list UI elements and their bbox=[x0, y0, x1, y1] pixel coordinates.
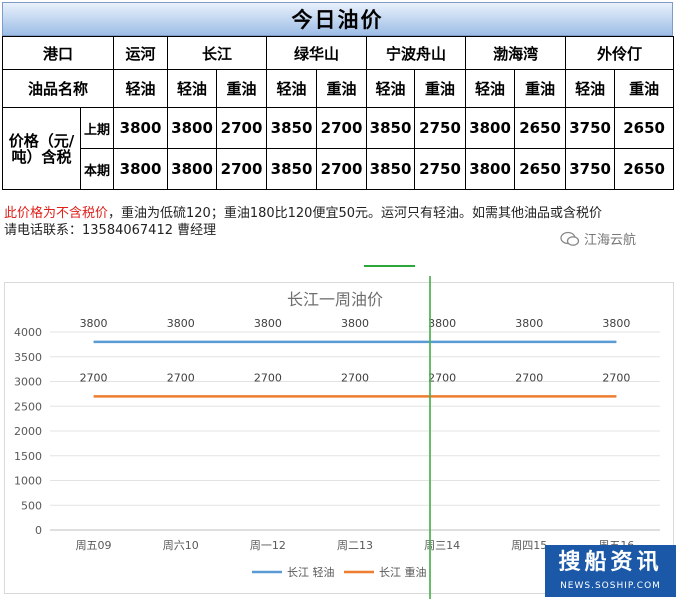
price-cell: 3800 bbox=[167, 107, 218, 149]
price-label: 价格（元/ 吨）含税 bbox=[2, 107, 81, 190]
price-cell: 2750 bbox=[414, 107, 467, 149]
price-cell: 3800 bbox=[113, 148, 169, 190]
price-cell: 3850 bbox=[366, 148, 416, 190]
price-cell: 2750 bbox=[414, 148, 467, 190]
data-label: 2700 bbox=[341, 371, 369, 384]
legend-label: 长江 重油 bbox=[379, 565, 427, 579]
oil-cell: 轻油 bbox=[167, 69, 218, 108]
table-row: 价格（元/ 吨）含税 上期 3800 3800 2700 3850 2700 3… bbox=[2, 107, 675, 190]
contact-line: 请电话联系：13584067412 曹经理 bbox=[4, 223, 217, 238]
y-tick-label: 2000 bbox=[14, 425, 42, 438]
port-cell: 外伶仃 bbox=[565, 36, 675, 70]
divider bbox=[364, 265, 415, 267]
oil-cell: 轻油 bbox=[465, 69, 516, 108]
y-tick-label: 1500 bbox=[14, 450, 42, 463]
data-label: 3800 bbox=[428, 317, 456, 330]
x-tick-label: 周一12 bbox=[250, 539, 286, 552]
price-cell: 3850 bbox=[266, 107, 318, 149]
oil-cell: 轻油 bbox=[113, 69, 169, 108]
x-tick-label: 周四15 bbox=[511, 539, 547, 552]
price-cell: 2650 bbox=[514, 107, 567, 149]
price-cell: 2650 bbox=[614, 148, 675, 190]
price-cell: 3750 bbox=[565, 107, 616, 149]
data-label: 3800 bbox=[167, 317, 195, 330]
price-cell: 3850 bbox=[266, 148, 318, 190]
price-cell: 2650 bbox=[514, 148, 567, 190]
oil-cell: 重油 bbox=[216, 69, 268, 108]
price-label-line2: 吨）含税 bbox=[11, 147, 72, 166]
green-vertical-line bbox=[429, 276, 431, 599]
oil-header: 油品名称 bbox=[1, 69, 115, 108]
price-cell: 3750 bbox=[565, 148, 616, 190]
port-cell: 绿华山 bbox=[266, 36, 368, 70]
wechat-icon bbox=[560, 231, 580, 246]
data-label: 3800 bbox=[80, 317, 108, 330]
tax-note: 此价格为不含税价 bbox=[4, 206, 109, 221]
watermark-top: 江海云航 bbox=[560, 229, 636, 248]
price-cell: 3800 bbox=[465, 148, 516, 190]
soship-badge: 搜船资讯 NEWS.SOSHIP.COM bbox=[545, 545, 676, 597]
table-title: 今日油价 bbox=[2, 2, 673, 36]
y-tick-label: 4000 bbox=[14, 326, 42, 339]
data-label: 2700 bbox=[254, 371, 282, 384]
y-tick-label: 3500 bbox=[14, 351, 42, 364]
data-label: 2700 bbox=[602, 371, 630, 384]
badge-title: 搜船资讯 bbox=[558, 550, 663, 575]
price-cell: 2700 bbox=[316, 148, 368, 190]
data-label: 3800 bbox=[602, 317, 630, 330]
price-cell: 2650 bbox=[614, 107, 675, 149]
port-cell: 宁波舟山 bbox=[366, 36, 467, 70]
data-label: 2700 bbox=[167, 371, 195, 384]
port-cell: 长江 bbox=[167, 36, 268, 70]
oil-cell: 重油 bbox=[514, 69, 567, 108]
price-cell: 3800 bbox=[465, 107, 516, 149]
y-tick-label: 1000 bbox=[14, 475, 42, 488]
badge-url: NEWS.SOSHIP.COM bbox=[560, 581, 661, 591]
oil-cell: 轻油 bbox=[366, 69, 416, 108]
period-label: 本期 bbox=[79, 148, 115, 190]
port-row: 港口 运河 长江 绿华山 宁波舟山 渤海湾 外伶仃 bbox=[1, 36, 675, 70]
data-label: 2700 bbox=[515, 371, 543, 384]
y-tick-label: 3000 bbox=[14, 376, 42, 389]
price-cell: 3850 bbox=[366, 107, 416, 149]
data-label: 3800 bbox=[254, 317, 282, 330]
port-header: 港口 bbox=[1, 36, 115, 70]
price-cell: 2700 bbox=[216, 107, 268, 149]
price-cell: 3800 bbox=[167, 148, 218, 190]
table-row: 本期 3800 3800 2700 3850 2700 3850 2750 38… bbox=[3, 148, 675, 190]
data-label: 2700 bbox=[428, 371, 456, 384]
x-tick-label: 周二13 bbox=[337, 539, 373, 552]
x-tick-label: 周六10 bbox=[163, 539, 199, 552]
oil-cell: 重油 bbox=[414, 69, 467, 108]
period-label: 上期 bbox=[79, 107, 115, 149]
port-cell: 渤海湾 bbox=[465, 36, 567, 70]
oil-row: 油品名称 轻油 轻油 重油 轻油 重油 轻油 重油 轻油 重油 轻油 重油 bbox=[1, 69, 675, 108]
price-table: 港口 运河 长江 绿华山 宁波舟山 渤海湾 外伶仃 油品名称 轻油 轻油 重油 … bbox=[1, 36, 675, 190]
data-label: 3800 bbox=[515, 317, 543, 330]
y-tick-label: 0 bbox=[35, 524, 42, 537]
y-tick-label: 500 bbox=[21, 499, 42, 512]
oil-cell: 轻油 bbox=[266, 69, 318, 108]
data-label: 2700 bbox=[80, 371, 108, 384]
legend-label: 长江 轻油 bbox=[287, 565, 335, 579]
oil-cell: 重油 bbox=[316, 69, 368, 108]
price-cell: 2700 bbox=[216, 148, 268, 190]
price-cell: 3800 bbox=[113, 107, 169, 149]
watermark-text: 江海云航 bbox=[584, 233, 637, 248]
chart-title: 长江一周油价 bbox=[287, 290, 383, 309]
note-text: ，重油为低硫120；重油180比120便宜50元。运河只有轻油。如需其他油品或含… bbox=[108, 206, 602, 221]
x-tick-label: 周五09 bbox=[76, 539, 112, 552]
data-label: 3800 bbox=[341, 317, 369, 330]
y-tick-label: 2500 bbox=[14, 400, 42, 413]
oil-cell: 重油 bbox=[614, 69, 675, 108]
port-cell: 运河 bbox=[113, 36, 169, 70]
price-cell: 2700 bbox=[316, 107, 368, 149]
oil-cell: 轻油 bbox=[565, 69, 616, 108]
